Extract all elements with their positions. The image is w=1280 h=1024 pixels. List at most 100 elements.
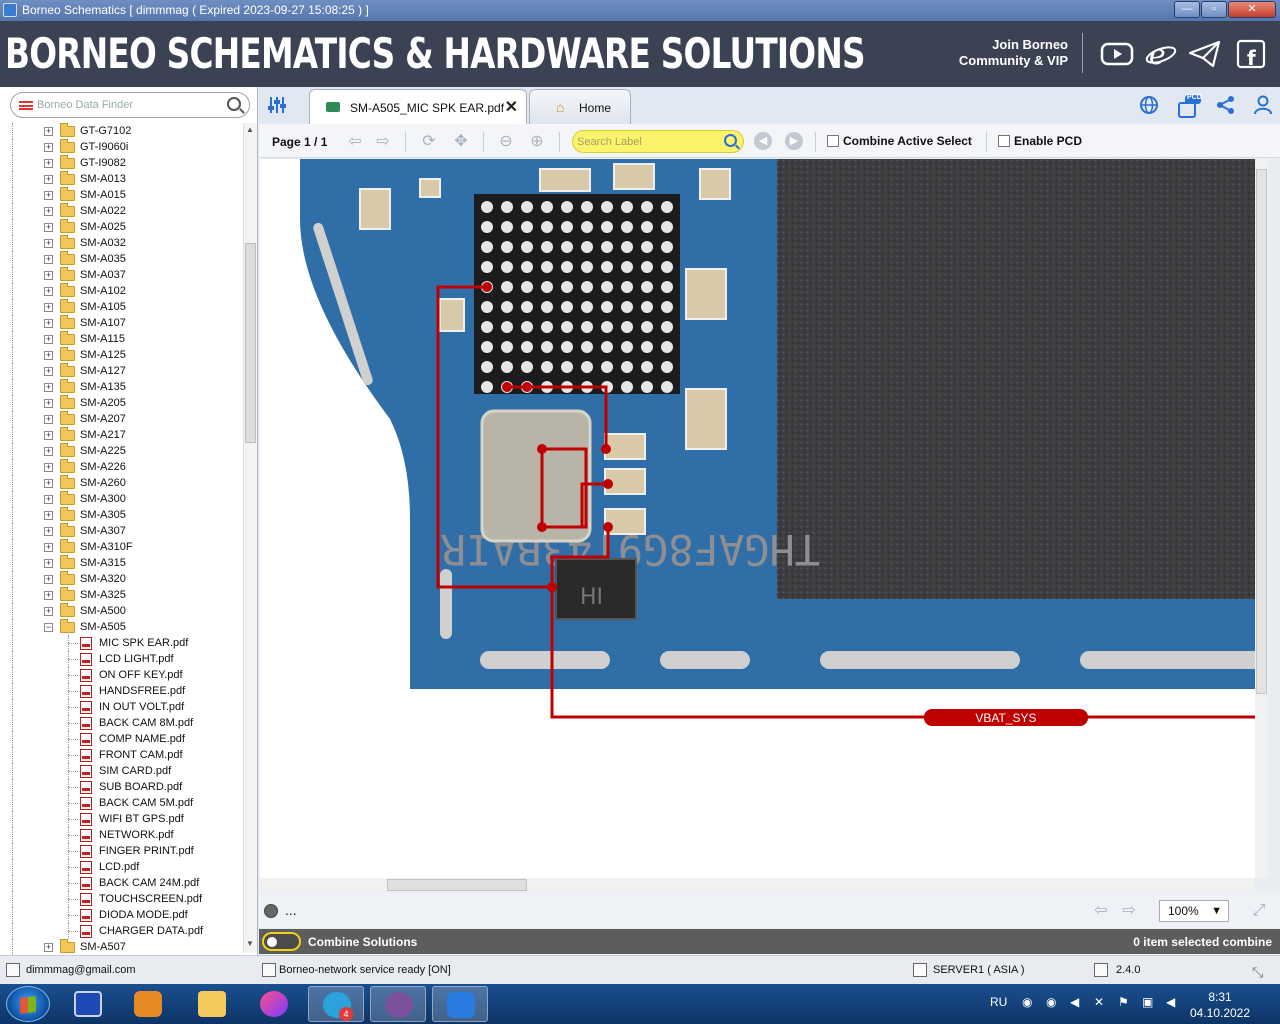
tree-item-model[interactable]: + SM-A305 — [0, 507, 243, 523]
tree-item-file[interactable]: ON OFF KEY.pdf — [0, 667, 243, 683]
telegram-icon[interactable] — [1188, 39, 1222, 69]
rotate-icon[interactable]: ⟳ — [419, 132, 439, 152]
scroll-down-arrow[interactable]: ▼ — [246, 939, 254, 948]
expand-toggle-icon[interactable]: + — [44, 511, 53, 520]
expand-toggle-icon[interactable]: + — [44, 335, 53, 344]
taskbar-media-player-icon[interactable] — [120, 986, 176, 1022]
tab-home[interactable]: ⌂ Home — [529, 89, 631, 124]
tree-item-file[interactable]: CHARGER DATA.pdf — [0, 923, 243, 939]
tree-item-file[interactable]: MIC SPK EAR.pdf — [0, 635, 243, 651]
expand-toggle-icon[interactable]: + — [44, 367, 53, 376]
tree-item-file[interactable]: DIODA MODE.pdf — [0, 907, 243, 923]
combine-active-select-checkbox[interactable]: Combine Active Select — [827, 134, 977, 148]
start-button[interactable] — [6, 986, 50, 1022]
tree-scroll-thumb[interactable] — [245, 243, 256, 443]
pcd-icon[interactable]: PCD — [1177, 94, 1202, 118]
expand-toggle-icon[interactable]: + — [44, 399, 53, 408]
expand-toggle-icon[interactable]: + — [44, 415, 53, 424]
user-icon[interactable] — [1252, 95, 1274, 117]
tree-item-file[interactable]: LCD LIGHT.pdf — [0, 651, 243, 667]
tray-volume-mute-icon[interactable]: ◀ — [1070, 995, 1079, 1009]
tree-item-file[interactable]: IN OUT VOLT.pdf — [0, 699, 243, 715]
schematic-viewer[interactable]: THGAF8G9T43BAIR HI VBAT_SYS — [260, 159, 1268, 878]
tree-item-file[interactable]: WIFI BT GPS.pdf — [0, 811, 243, 827]
tree-item-model[interactable]: + SM-A207 — [0, 411, 243, 427]
expand-toggle-icon[interactable]: + — [44, 303, 53, 312]
tree-item-model[interactable]: + SM-A320 — [0, 571, 243, 587]
scroll-up-arrow[interactable]: ▲ — [246, 125, 254, 134]
share-icon[interactable] — [1215, 95, 1237, 117]
pan-icon[interactable]: ✥ — [451, 132, 471, 152]
tree-item-model[interactable]: + SM-A115 — [0, 331, 243, 347]
expand-toggle-icon[interactable]: + — [44, 287, 53, 296]
tray-telegram-icon[interactable]: ◉ — [1046, 995, 1056, 1009]
tree-item-model[interactable]: + GT-I9060i — [0, 139, 243, 155]
close-window-button[interactable]: ✕ — [1228, 1, 1276, 18]
expand-toggle-icon[interactable]: + — [44, 527, 53, 536]
tree-item-model[interactable]: + SM-A037 — [0, 267, 243, 283]
expand-toggle-icon[interactable]: + — [44, 383, 53, 392]
zoom-out-icon[interactable]: ⊖ — [496, 132, 516, 152]
close-tab-icon[interactable]: ✕ — [505, 97, 518, 117]
viewer-vertical-scrollbar[interactable] — [1255, 159, 1268, 878]
expand-toggle-icon[interactable]: + — [44, 575, 53, 584]
tree-item-file[interactable]: SIM CARD.pdf — [0, 763, 243, 779]
search-icon[interactable] — [227, 97, 241, 111]
tray-speaker-icon[interactable]: ◀ — [1166, 995, 1175, 1009]
back-arrow-icon[interactable]: ⇦ — [1091, 901, 1111, 921]
system-clock[interactable]: 8:31 04.10.2022 — [1188, 989, 1252, 1021]
expand-toggle-icon[interactable]: + — [44, 223, 53, 232]
tree-item-file[interactable]: BACK CAM 8M.pdf — [0, 715, 243, 731]
tree-item-file[interactable]: FRONT CAM.pdf — [0, 747, 243, 763]
tree-item-model[interactable]: + SM-A105 — [0, 299, 243, 315]
viewer-scroll-thumb[interactable] — [1256, 169, 1267, 694]
tree-item-model[interactable]: + GT-I9082 — [0, 155, 243, 171]
checkbox-box[interactable] — [998, 135, 1010, 147]
label-search-icon[interactable] — [724, 134, 737, 147]
filter-settings-icon[interactable] — [267, 95, 287, 115]
maximize-button[interactable]: ▫ — [1201, 1, 1227, 18]
taskbar-explorer-icon[interactable] — [184, 986, 240, 1022]
tray-flag-icon[interactable]: ⚑ — [1118, 995, 1129, 1009]
tree-item-file[interactable]: BACK CAM 5M.pdf — [0, 795, 243, 811]
tree-item-model[interactable]: + SM-A135 — [0, 379, 243, 395]
expand-toggle-icon[interactable]: + — [44, 559, 53, 568]
zoom-select[interactable]: 100% ▼ — [1159, 900, 1229, 922]
tree-item-model-expanded[interactable]: − SM-A505 — [0, 619, 243, 635]
prev-result-icon[interactable]: ◀ — [754, 132, 772, 150]
zoom-in-icon[interactable]: ⊕ — [527, 132, 547, 152]
expand-toggle-icon[interactable]: + — [44, 495, 53, 504]
tree-item-model[interactable]: + SM-A500 — [0, 603, 243, 619]
enable-pcd-checkbox[interactable]: Enable PCD — [998, 134, 1098, 148]
tray-viber-icon[interactable]: ◉ — [1022, 995, 1032, 1009]
next-result-icon[interactable]: ▶ — [785, 132, 803, 150]
tree-item-model[interactable]: + SM-A310F — [0, 539, 243, 555]
label-search-input[interactable] — [577, 135, 717, 149]
tree-item-model[interactable]: + SM-A035 — [0, 251, 243, 267]
expand-toggle-icon[interactable]: + — [44, 127, 53, 136]
tree-item-model[interactable]: + GT-G7102 — [0, 123, 243, 139]
tree-item-model[interactable]: + SM-A260 — [0, 475, 243, 491]
tree-item-file[interactable]: LCD.pdf — [0, 859, 243, 875]
viewer-horizontal-scrollbar[interactable] — [260, 878, 1255, 892]
tree-item-model[interactable]: + SM-A225 — [0, 443, 243, 459]
tree-item-model[interactable]: + SM-A307 — [0, 523, 243, 539]
tree-item-model[interactable]: + SM-A217 — [0, 427, 243, 443]
expand-toggle-icon[interactable]: + — [44, 543, 53, 552]
taskbar-viber-icon[interactable] — [370, 986, 426, 1022]
tree-item-model[interactable]: + SM-A300 — [0, 491, 243, 507]
expand-toggle-icon[interactable]: + — [44, 239, 53, 248]
tree-item-file[interactable]: FINGER PRINT.pdf — [0, 843, 243, 859]
tree-item-model[interactable]: + SM-A032 — [0, 235, 243, 251]
expand-toggle-icon[interactable]: + — [44, 447, 53, 456]
tree-item-model[interactable]: + SM-A507 — [0, 939, 243, 955]
tree-item-file[interactable]: BACK CAM 24M.pdf — [0, 875, 243, 891]
tree-item-model[interactable]: + SM-A226 — [0, 459, 243, 475]
tree-item-model[interactable]: + SM-A315 — [0, 555, 243, 571]
taskbar-borneo-icon[interactable] — [432, 986, 488, 1022]
expand-toggle-icon[interactable]: + — [44, 175, 53, 184]
resize-grip-icon[interactable]: ⤡ — [1252, 964, 1263, 981]
tree-item-model[interactable]: + SM-A022 — [0, 203, 243, 219]
youtube-icon[interactable] — [1100, 39, 1134, 69]
menu-icon[interactable] — [19, 101, 33, 110]
